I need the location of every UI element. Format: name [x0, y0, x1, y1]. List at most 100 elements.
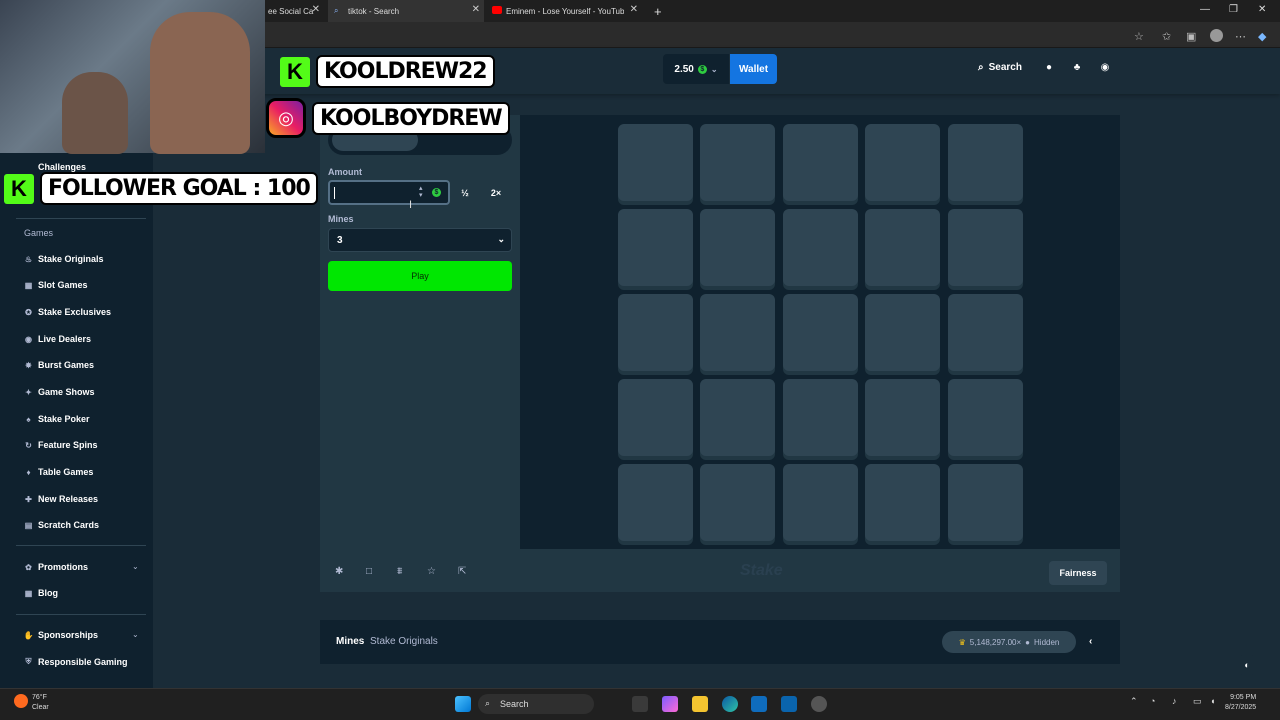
mine-tile[interactable] [700, 294, 775, 371]
sidebar-item-blog[interactable]: ▦ Blog [24, 588, 58, 598]
browser-tab-social[interactable]: ee Social Ca ✕ [262, 0, 324, 22]
sidebar-item-stake-originals[interactable]: ♨ Stake Originals [24, 254, 104, 264]
mine-tile[interactable] [700, 124, 775, 201]
mine-tile[interactable] [865, 294, 940, 371]
share-icon[interactable]: ⇱ [458, 566, 466, 577]
header-search-button[interactable]: ⌕ Search [978, 62, 1022, 73]
mine-tile[interactable] [783, 294, 858, 371]
balance-selector[interactable]: 2.50 $ ⌄ [663, 54, 729, 84]
star-icon[interactable]: ☆ [1134, 30, 1144, 43]
notifications-icon[interactable]: ♣ [1071, 62, 1083, 74]
sidebar-item-stake-poker[interactable]: ♠ Stake Poker [24, 414, 89, 424]
support-chat-button[interactable]: ◐ [1236, 654, 1258, 676]
chevron-down-icon[interactable]: ⌄ [132, 562, 139, 571]
chevron-down-icon[interactable]: ⌄ [132, 630, 139, 639]
game-category-link[interactable]: Stake Originals [370, 636, 438, 647]
sidebar-item-sponsorships[interactable]: ✋ Sponsorships [24, 630, 99, 640]
sidebar-item-challenges[interactable]: Challenges [38, 162, 86, 172]
network-tray-icon[interactable]: ◔ [1150, 696, 1155, 706]
user-icon[interactable]: ● [1043, 62, 1055, 74]
mine-tile[interactable] [700, 464, 775, 541]
play-button[interactable]: Play [328, 261, 512, 291]
sidebar-item-slot-games[interactable]: ▦ Slot Games [24, 280, 88, 290]
copilot-icon[interactable]: ◆ [1258, 30, 1266, 43]
sidebar-item-scratch-cards[interactable]: ▤ Scratch Cards [24, 520, 99, 530]
sidebar-item-table-games[interactable]: ♦ Table Games [24, 467, 93, 477]
mine-tile[interactable] [618, 209, 693, 286]
display-icon[interactable]: ▭ [1193, 696, 1202, 707]
double-bet-button[interactable]: 2× [481, 180, 511, 205]
sidebar-item-game-shows[interactable]: ✦ Game Shows [24, 387, 94, 397]
file-explorer-icon[interactable] [692, 696, 708, 712]
theatre-mode-icon[interactable]: □ [366, 566, 372, 577]
settings-icon[interactable]: ✱ [335, 566, 343, 577]
sidebar-item-promotions[interactable]: ✿ Promotions [24, 562, 88, 572]
windows-start-icon[interactable] [455, 696, 471, 712]
mine-tile[interactable] [700, 209, 775, 286]
mine-tile[interactable] [783, 124, 858, 201]
sidebar-item-new-releases[interactable]: ✚ New Releases [24, 494, 98, 504]
mine-tile[interactable] [948, 464, 1023, 541]
mine-tile[interactable] [948, 124, 1023, 201]
mine-tile[interactable] [618, 379, 693, 456]
mine-tile[interactable] [865, 464, 940, 541]
minimize-icon[interactable]: — [1200, 4, 1210, 15]
browser-tab-tiktok[interactable]: ⌕ tiktok - Search ✕ [328, 0, 484, 22]
close-window-icon[interactable]: ✕ [1258, 4, 1266, 15]
mine-tile[interactable] [618, 124, 693, 201]
mic-icon[interactable]: ♪ [1172, 696, 1177, 706]
task-view-icon[interactable] [632, 696, 648, 712]
mine-tile[interactable] [865, 379, 940, 456]
close-icon[interactable]: ✕ [472, 4, 480, 15]
mine-tile[interactable] [783, 209, 858, 286]
weather-widget[interactable]: 76°F Clear [32, 693, 49, 713]
system-clock[interactable]: 9:05 PM 8/27/2025 [1225, 693, 1256, 713]
half-bet-button[interactable]: ½ [450, 180, 480, 205]
outlook-icon[interactable] [781, 696, 797, 712]
sidebar-item-feature-spins[interactable]: ↻ Feature Spins [24, 440, 97, 450]
sidebar-item-burst-games[interactable]: ✸ Burst Games [24, 360, 94, 370]
chevron-left-icon[interactable]: ‹ [1089, 636, 1092, 647]
game-footer-toolbar [320, 549, 1120, 592]
volume-icon[interactable]: ◖ [1210, 696, 1215, 706]
favorites-icon[interactable]: ✩ [1162, 30, 1171, 43]
chat-icon[interactable]: ◉ [1099, 62, 1111, 74]
mine-tile[interactable] [865, 124, 940, 201]
stepper-icon[interactable]: ▴ ▾ [419, 185, 423, 199]
fairness-button[interactable]: Fairness [1049, 561, 1107, 585]
taskbar-search[interactable]: ⌕ Search [478, 694, 594, 714]
mine-tile[interactable] [948, 294, 1023, 371]
store-icon[interactable] [751, 696, 767, 712]
copilot-app-icon[interactable] [662, 696, 678, 712]
sidebar-item-live-dealers[interactable]: ◉ Live Dealers [24, 334, 91, 344]
new-tab-button[interactable]: + [648, 0, 668, 22]
bet-amount-input[interactable]: ▴ ▾ $ [328, 180, 450, 205]
mine-tile[interactable] [948, 379, 1023, 456]
favorite-star-icon[interactable]: ☆ [427, 566, 436, 577]
close-icon[interactable]: ✕ [312, 4, 320, 15]
mine-tile[interactable] [783, 379, 858, 456]
browser-tab-youtube[interactable]: Eminem - Lose Yourself - YouTube ✕ [486, 0, 642, 22]
more-icon[interactable]: ⋯ [1235, 30, 1246, 43]
mine-tile[interactable] [618, 464, 693, 541]
mine-tile[interactable] [700, 379, 775, 456]
mine-tile[interactable] [618, 294, 693, 371]
app-icon[interactable] [811, 696, 827, 712]
maximize-icon[interactable]: ❐ [1229, 4, 1238, 15]
mines-count-select[interactable]: 3 ⌄ [328, 228, 512, 252]
webcam-person [150, 12, 250, 154]
profile-avatar[interactable] [1210, 29, 1223, 42]
sidebar-item-stake-exclusives[interactable]: ✪ Stake Exclusives [24, 307, 111, 317]
stats-icon[interactable]: ⩩ [397, 566, 402, 577]
mine-tile[interactable] [783, 464, 858, 541]
mine-tile[interactable] [948, 209, 1023, 286]
tray-expand-icon[interactable]: ⌃ [1130, 696, 1138, 707]
collections-icon[interactable]: ▣ [1186, 30, 1196, 43]
sidebar-item-responsible-gaming[interactable]: ⛨ Responsible Gaming [24, 657, 128, 667]
close-icon[interactable]: ✕ [630, 4, 638, 15]
wallet-button[interactable]: Wallet [730, 54, 777, 84]
mine-tile[interactable] [865, 209, 940, 286]
edge-browser-icon[interactable] [722, 696, 738, 712]
search-icon: ⌕ [334, 6, 339, 15]
chevron-down-icon: ⌄ [497, 234, 505, 244]
